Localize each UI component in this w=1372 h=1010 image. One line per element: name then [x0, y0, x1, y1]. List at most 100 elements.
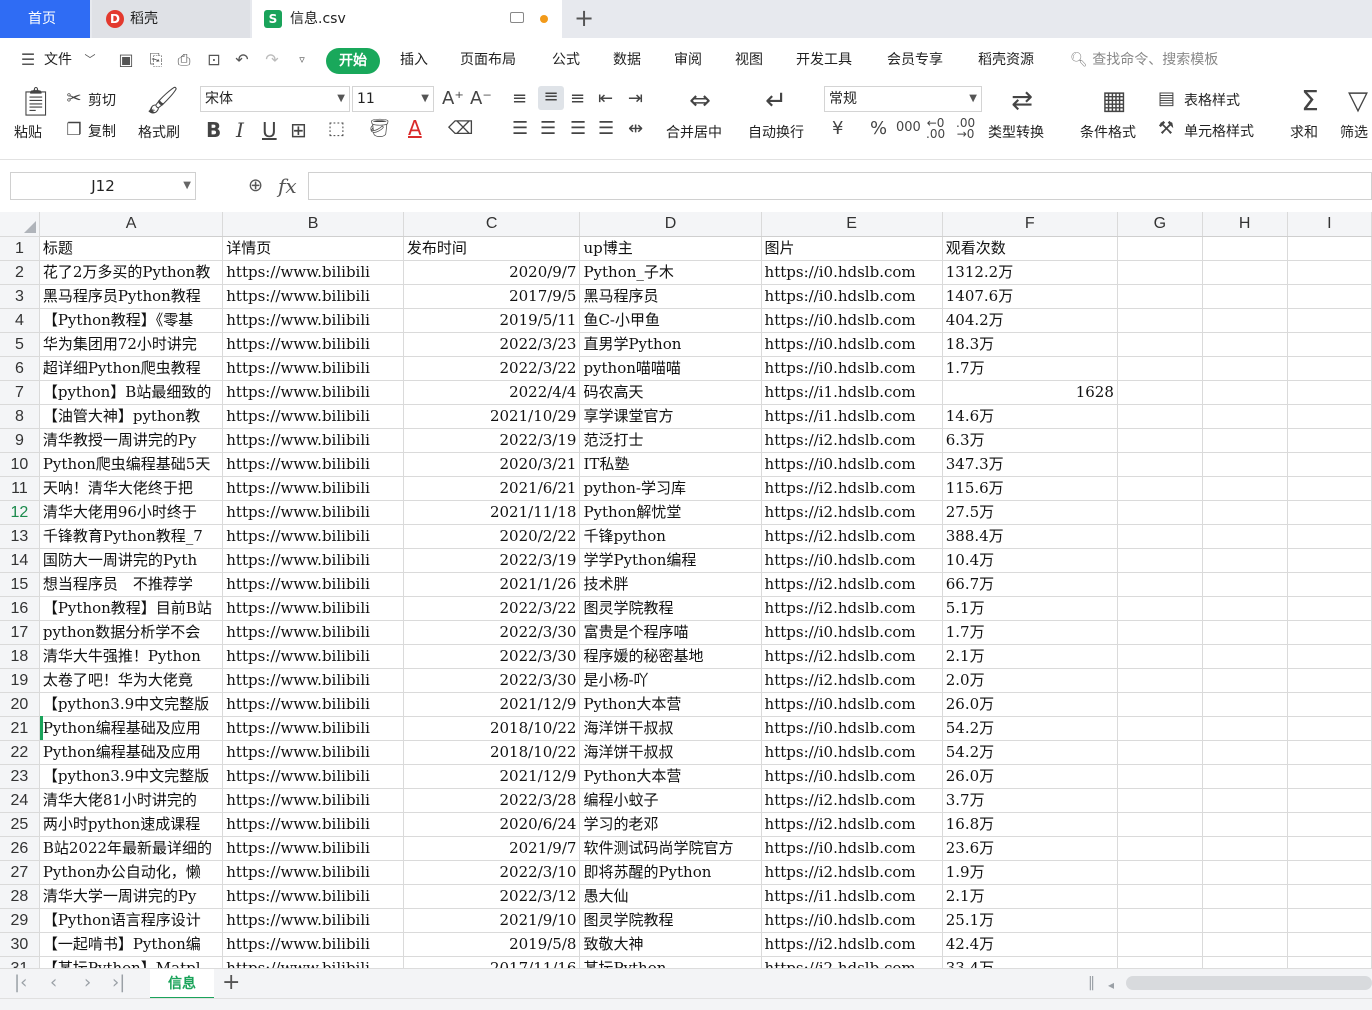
column-header-h[interactable]: H — [1202, 212, 1288, 237]
number-format-select[interactable]: 常规 ▼ — [824, 86, 982, 112]
cell-c[interactable]: 2021/11/18 — [403, 500, 581, 525]
cell-e[interactable]: https://i1.hdslb.com — [761, 884, 943, 909]
cell-empty[interactable] — [1287, 572, 1372, 597]
cell-b[interactable]: https://www.bilibili — [222, 836, 404, 861]
cell-c[interactable]: 2022/3/28 — [403, 788, 581, 813]
cell-f[interactable]: 观看次数 — [942, 236, 1118, 261]
cell-empty[interactable] — [1117, 836, 1203, 861]
cell-e[interactable]: https://i0.hdslb.com — [761, 452, 943, 477]
align-center-icon[interactable]: ☰ — [540, 118, 556, 139]
cell-a[interactable]: 黑马程序员Python教程 — [39, 284, 224, 309]
menu-start[interactable]: 开始 — [326, 48, 380, 74]
cell-c[interactable]: 2021/1/26 — [403, 572, 581, 597]
chevron-down-icon[interactable]: ﹀ — [80, 50, 100, 70]
cell-empty[interactable] — [1117, 284, 1203, 309]
scissors-icon[interactable]: ✂ — [64, 88, 84, 109]
cell-f[interactable]: 26.0万 — [942, 764, 1118, 789]
row-header[interactable]: 20 — [0, 692, 40, 717]
cell-empty[interactable] — [1117, 788, 1203, 813]
cut-button[interactable]: 剪切 — [88, 92, 116, 110]
menu-developer[interactable]: 开发工具 — [796, 50, 852, 70]
cell-f[interactable]: 6.3万 — [942, 428, 1118, 453]
menu-view[interactable]: 视图 — [735, 50, 763, 70]
cell-d[interactable]: 图灵学院教程 — [579, 908, 762, 933]
cell-empty[interactable] — [1202, 260, 1288, 285]
cell-a[interactable]: 【油管大神】python教 — [39, 404, 224, 429]
cell-b[interactable]: https://www.bilibili — [222, 908, 404, 933]
cell-f[interactable]: 1.7万 — [942, 356, 1118, 381]
cell-c[interactable]: 2019/5/8 — [403, 932, 581, 957]
cell-e[interactable]: https://i0.hdslb.com — [761, 908, 943, 933]
cell-a[interactable]: python数据分析学不会 — [39, 620, 224, 645]
font-size-select[interactable]: 11 ▼ — [352, 86, 434, 112]
cell-empty[interactable] — [1287, 500, 1372, 525]
cell-f[interactable]: 25.1万 — [942, 908, 1118, 933]
menu-member[interactable]: 会员专享 — [887, 50, 943, 70]
cell-f[interactable]: 5.1万 — [942, 596, 1118, 621]
row-header[interactable]: 5 — [0, 332, 40, 357]
distributed-align-icon[interactable]: ⇹ — [628, 118, 643, 139]
cell-empty[interactable] — [1287, 644, 1372, 669]
cell-d[interactable]: 享学课堂官方 — [579, 404, 762, 429]
cell-e[interactable]: https://i2.hdslb.com — [761, 956, 943, 968]
cell-empty[interactable] — [1202, 548, 1288, 573]
cell-a[interactable]: 花了2万多买的Python教 — [39, 260, 224, 285]
cell-empty[interactable] — [1117, 596, 1203, 621]
cell-empty[interactable] — [1117, 644, 1203, 669]
row-header[interactable]: 30 — [0, 932, 40, 957]
increase-decimal-icon[interactable]: ←0.00 — [926, 117, 945, 140]
cell-b[interactable]: https://www.bilibili — [222, 644, 404, 669]
cell-empty[interactable] — [1202, 524, 1288, 549]
cell-empty[interactable] — [1287, 908, 1372, 933]
copy-button[interactable]: 复制 — [88, 123, 116, 141]
cell-empty[interactable] — [1287, 332, 1372, 357]
border-icon[interactable]: ⊞ — [290, 118, 307, 142]
cell-f[interactable]: 1312.2万 — [942, 260, 1118, 285]
cell-a[interactable]: 国防大一周讲完的Pyth — [39, 548, 224, 573]
cell-f[interactable]: 2.1万 — [942, 884, 1118, 909]
row-header[interactable]: 10 — [0, 452, 40, 477]
cell-empty[interactable] — [1287, 308, 1372, 333]
cell-a[interactable]: 【Python语言程序设计 — [39, 908, 224, 933]
cell-b[interactable]: https://www.bilibili — [222, 860, 404, 885]
cell-f[interactable]: 404.2万 — [942, 308, 1118, 333]
cell-c[interactable]: 2022/3/19 — [403, 548, 581, 573]
cell-b[interactable]: https://www.bilibili — [222, 524, 404, 549]
align-middle-icon[interactable]: ≡ — [538, 86, 564, 110]
cell-d[interactable]: 富贵是个程序喵 — [579, 620, 762, 645]
row-header[interactable]: 14 — [0, 548, 40, 573]
split-handle-icon[interactable]: ‖ — [1088, 973, 1095, 993]
cell-a[interactable]: 想当程序员 不推荐学 — [39, 572, 224, 597]
filter-button[interactable]: 筛选 — [1340, 124, 1368, 142]
cell-c[interactable]: 发布时间 — [403, 236, 581, 261]
cell-d[interactable]: 愚大仙 — [579, 884, 762, 909]
cell-d[interactable]: 码农高天 — [579, 380, 762, 405]
format-painter-button[interactable]: 格式刷 — [138, 124, 180, 142]
horizontal-scrollbar[interactable] — [1126, 976, 1372, 990]
cell-c[interactable]: 2022/4/4 — [403, 380, 581, 405]
align-bottom-icon[interactable]: ≡ — [570, 88, 585, 109]
cell-d[interactable]: 图灵学院教程 — [579, 596, 762, 621]
cell-f[interactable]: 18.3万 — [942, 332, 1118, 357]
align-left-icon[interactable]: ☰ — [512, 118, 528, 139]
cell-empty[interactable] — [1117, 908, 1203, 933]
cell-a[interactable]: 超详细Python爬虫教程 — [39, 356, 224, 381]
cell-c[interactable]: 2020/2/22 — [403, 524, 581, 549]
cell-d[interactable]: 编程小蚊子 — [579, 788, 762, 813]
cell-a[interactable]: 【某坛Python】Matpl — [39, 956, 224, 968]
cell-b[interactable]: https://www.bilibili — [222, 812, 404, 837]
cell-f[interactable]: 14.6万 — [942, 404, 1118, 429]
cell-c[interactable]: 2021/10/29 — [403, 404, 581, 429]
cell-a[interactable]: 【一起啃书】Python编 — [39, 932, 224, 957]
cell-empty[interactable] — [1287, 860, 1372, 885]
row-header[interactable]: 23 — [0, 764, 40, 789]
cell-e[interactable]: https://i2.hdslb.com — [761, 644, 943, 669]
row-header[interactable]: 16 — [0, 596, 40, 621]
wrap-text-icon[interactable]: ↵ — [760, 86, 792, 116]
row-header[interactable]: 18 — [0, 644, 40, 669]
cell-f[interactable]: 27.5万 — [942, 500, 1118, 525]
row-header[interactable]: 19 — [0, 668, 40, 693]
cell-a[interactable]: 清华大佬81小时讲完的 — [39, 788, 224, 813]
cell-empty[interactable] — [1287, 548, 1372, 573]
cell-b[interactable]: https://www.bilibili — [222, 356, 404, 381]
